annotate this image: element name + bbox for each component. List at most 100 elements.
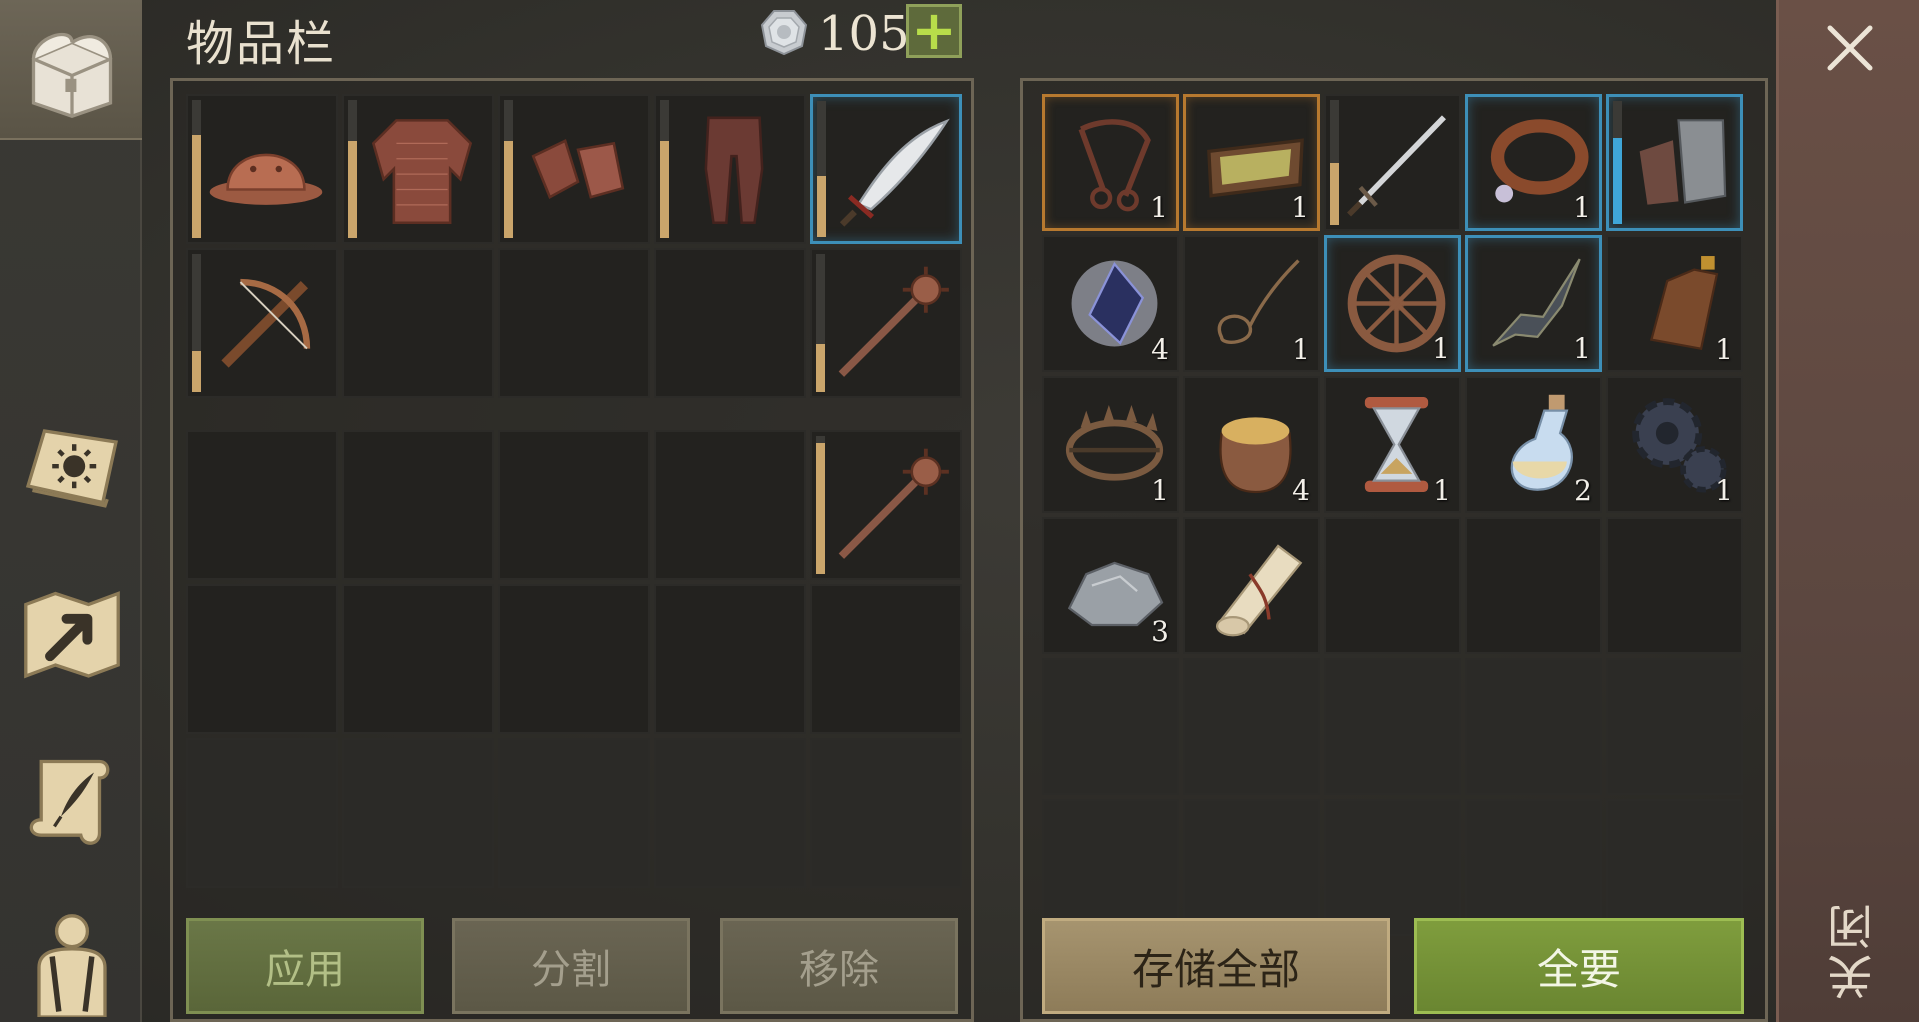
- backpack-slot[interactable]: [342, 430, 494, 580]
- backpack-slot[interactable]: [654, 738, 806, 888]
- storage-slot[interactable]: [1606, 94, 1743, 231]
- storage-slot[interactable]: 4: [1183, 376, 1320, 513]
- item-quantity: 1: [1432, 332, 1450, 365]
- durability-fill: [1613, 137, 1622, 224]
- storage-slot[interactable]: 1: [1324, 376, 1461, 513]
- backpack-slot[interactable]: [498, 738, 650, 888]
- equipment-slot[interactable]: [654, 248, 806, 398]
- scimitar-icon: [827, 105, 953, 233]
- backpack-slot[interactable]: [498, 584, 650, 734]
- item-quantity: 1: [1292, 333, 1310, 366]
- storage-slot[interactable]: [1324, 517, 1461, 654]
- backpack-slot[interactable]: [186, 430, 338, 580]
- equipment-slot[interactable]: [810, 248, 962, 398]
- backpack-slot[interactable]: [654, 584, 806, 734]
- paper-roll-icon: [1199, 527, 1312, 644]
- storage-slot[interactable]: [1606, 517, 1743, 654]
- storage-slot[interactable]: [1324, 94, 1461, 231]
- storage-slot[interactable]: [1465, 799, 1602, 936]
- item-quantity: 1: [1433, 474, 1451, 507]
- backpack-slot[interactable]: [186, 584, 338, 734]
- backpack-slot[interactable]: [810, 430, 962, 580]
- item-quantity: 1: [1573, 332, 1591, 365]
- backpack-slot[interactable]: [342, 738, 494, 888]
- storage-slot[interactable]: [1324, 658, 1461, 795]
- storage-slot[interactable]: 1: [1183, 94, 1320, 231]
- close-label[interactable]: 关闭: [1818, 890, 1888, 1010]
- mace-icon: [826, 440, 954, 570]
- equipment-slot[interactable]: [342, 94, 494, 244]
- equipment-slot[interactable]: [342, 248, 494, 398]
- item-quantity: 1: [1573, 191, 1591, 224]
- item-quantity: 4: [1292, 474, 1310, 507]
- storage-slot[interactable]: [1042, 799, 1179, 936]
- durability-bar: [192, 100, 201, 238]
- equipment-slot[interactable]: [498, 248, 650, 398]
- character-icon[interactable]: [10, 900, 134, 1022]
- scroll-quill-icon[interactable]: [10, 738, 134, 862]
- storage-slot[interactable]: 1: [1324, 235, 1461, 372]
- durability-fill: [1330, 162, 1339, 225]
- storage-slot[interactable]: 1: [1465, 235, 1602, 372]
- silver-coin-icon: [760, 8, 808, 56]
- storage-slot[interactable]: [1465, 658, 1602, 795]
- equipment-grid: [186, 94, 962, 398]
- durability-bar: [192, 254, 201, 392]
- durability-bar: [1613, 101, 1622, 224]
- backpack-slot[interactable]: [186, 738, 338, 888]
- take-all-button[interactable]: 全要: [1414, 918, 1744, 1014]
- durability-fill: [348, 141, 357, 238]
- leggings-icon: [670, 104, 798, 234]
- add-currency-button[interactable]: +: [906, 4, 962, 58]
- storage-slot[interactable]: [1606, 799, 1743, 936]
- mace-icon: [826, 258, 954, 388]
- close-x-icon[interactable]: [1822, 20, 1878, 76]
- item-quantity: 2: [1574, 474, 1592, 507]
- storage-slot[interactable]: 1: [1042, 94, 1179, 231]
- backpack-slot[interactable]: [654, 430, 806, 580]
- apply-button[interactable]: 应用: [186, 918, 424, 1014]
- store-all-button[interactable]: 存储全部: [1042, 918, 1390, 1014]
- storage-slot[interactable]: [1606, 658, 1743, 795]
- inventory-screen: 物品栏 105 + 关闭 1 1 1 4 1 1 1 1 1 4 1 2 1 3 应用 分割 移除 存储全…: [0, 0, 1919, 1022]
- storage-slot[interactable]: [1324, 799, 1461, 936]
- storage-slot[interactable]: 4: [1042, 235, 1179, 372]
- storage-slot[interactable]: [1183, 658, 1320, 795]
- equipment-slot[interactable]: [186, 248, 338, 398]
- item-quantity: 1: [1291, 191, 1309, 224]
- remove-button[interactable]: 移除: [720, 918, 958, 1014]
- map-arrow-icon[interactable]: [10, 570, 134, 694]
- split-button[interactable]: 分割: [452, 918, 690, 1014]
- storage-slot[interactable]: [1042, 658, 1179, 795]
- close-panel[interactable]: [1776, 0, 1919, 1022]
- currency-value: 105: [818, 6, 910, 62]
- equipment-slot[interactable]: [186, 94, 338, 244]
- durability-bar: [660, 100, 669, 238]
- chest-icon[interactable]: [10, 8, 134, 132]
- equipment-slot[interactable]: [654, 94, 806, 244]
- storage-slot[interactable]: [1465, 517, 1602, 654]
- durability-bar: [1330, 100, 1339, 225]
- storage-slot[interactable]: 1: [1606, 376, 1743, 513]
- backpack-slot[interactable]: [498, 430, 650, 580]
- durability-fill: [816, 343, 825, 392]
- durability-bar: [348, 100, 357, 238]
- item-quantity: 1: [1151, 474, 1169, 507]
- crossbow-icon: [202, 258, 330, 388]
- storage-slot[interactable]: 1: [1465, 94, 1602, 231]
- backpack-slot[interactable]: [342, 584, 494, 734]
- storage-slot[interactable]: [1183, 517, 1320, 654]
- sun-book-icon[interactable]: [10, 402, 134, 526]
- storage-slot[interactable]: 3: [1042, 517, 1179, 654]
- equipment-slot[interactable]: [810, 94, 962, 244]
- equipment-slot[interactable]: [498, 94, 650, 244]
- backpack-slot[interactable]: [810, 584, 962, 734]
- storage-slot[interactable]: 1: [1606, 235, 1743, 372]
- storage-slot[interactable]: 1: [1183, 235, 1320, 372]
- storage-grid: 1 1 1 4 1 1 1 1 1 4 1 2 1 3: [1042, 94, 1743, 936]
- storage-slot[interactable]: [1183, 799, 1320, 936]
- backpack-slot[interactable]: [810, 738, 962, 888]
- storage-slot[interactable]: 1: [1042, 376, 1179, 513]
- storage-slot[interactable]: 2: [1465, 376, 1602, 513]
- plate-gauntlet-icon: [1623, 105, 1734, 220]
